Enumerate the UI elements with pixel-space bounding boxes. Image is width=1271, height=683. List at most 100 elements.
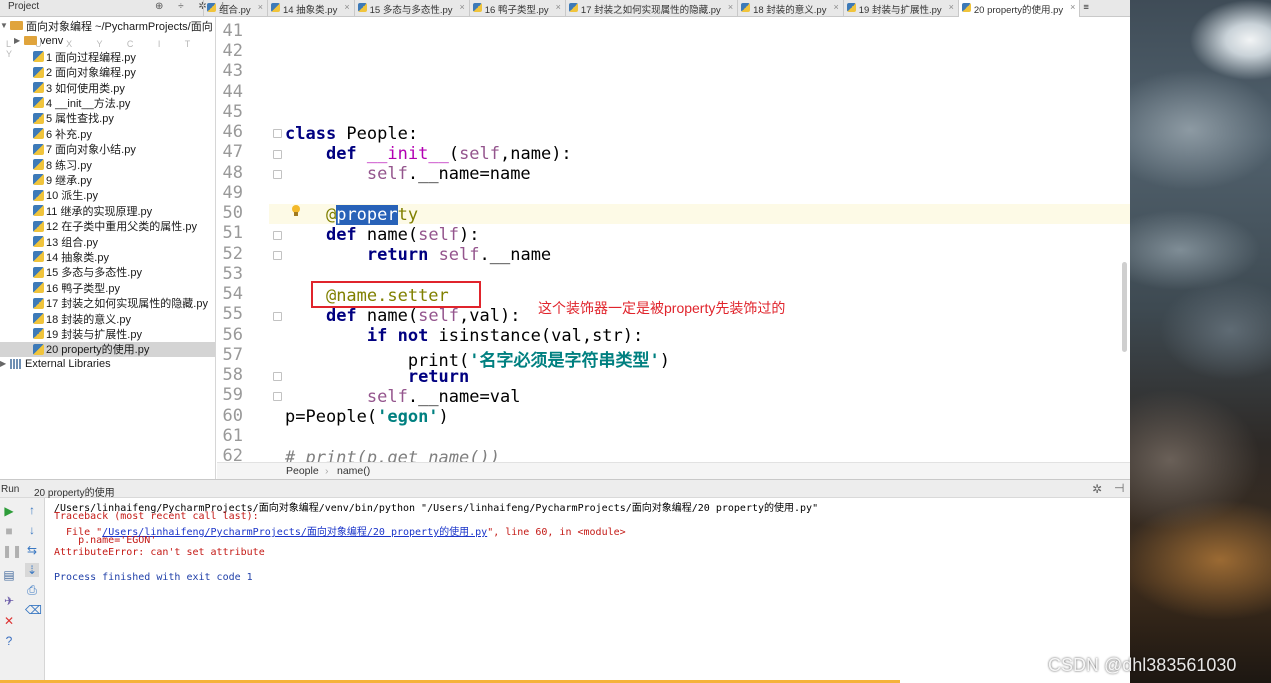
tree-file-item[interactable]: 5 属性查找.py <box>0 111 215 126</box>
expand-arrow-icon[interactable]: ▼ <box>0 21 10 30</box>
tree-file-label: 4 __init__方法.py <box>46 97 131 110</box>
tree-file-item[interactable]: 4 __init__方法.py <box>0 95 215 110</box>
tree-file-label: 17 封装之如何实现属性的隐藏.py <box>46 298 208 311</box>
breadcrumb-method[interactable]: name() <box>337 465 370 477</box>
tree-file-item[interactable]: 15 多态与多态性.py <box>0 265 215 280</box>
close-tab-icon[interactable]: × <box>728 2 733 12</box>
tab-1[interactable]: 14 抽象类.py × <box>266 0 354 17</box>
fold-marker-icon[interactable] <box>273 170 282 179</box>
run-config-name[interactable]: 20 property的使用 <box>34 484 115 499</box>
rerun-icon[interactable]: ▶ <box>2 504 16 518</box>
line-number: 57 <box>222 344 243 365</box>
tree-file-item[interactable]: 18 封装的意义.py <box>0 311 215 326</box>
tab-4[interactable]: 17 封装之如何实现属性的隐藏.py × <box>564 0 737 17</box>
tree-file-item[interactable]: 12 在子类中重用父类的属性.py <box>0 218 215 233</box>
print-icon[interactable]: ⎙ <box>25 583 39 597</box>
tree-external-libraries[interactable]: ▶ External Libraries <box>0 356 215 371</box>
close-tab-icon[interactable]: × <box>258 2 263 12</box>
fold-marker-icon[interactable] <box>273 372 282 381</box>
tree-file-item[interactable]: 14 抽象类.py <box>0 249 215 264</box>
python-file-icon <box>357 3 367 12</box>
python-file-icon <box>207 3 216 12</box>
tree-folder-venv[interactable]: ▶ venv <box>0 33 215 48</box>
code-editor[interactable]: 41 42 43 44 45 46 47 48 49 50 51 52 53 54 55 56 57 58 59 60… <box>217 17 1130 462</box>
tree-file-label: 15 多态与多态性.py <box>46 267 142 280</box>
python-file-icon <box>33 174 44 186</box>
close-tab-icon[interactable]: × <box>949 2 954 12</box>
tree-file-label: 5 属性查找.py <box>46 113 114 126</box>
expand-arrow-icon[interactable]: ▶ <box>0 359 10 368</box>
trash-icon[interactable]: ⌫ <box>25 603 42 617</box>
fold-marker-icon[interactable] <box>273 150 282 159</box>
close-tab-icon[interactable]: × <box>1070 2 1075 12</box>
tree-file-item[interactable]: 13 组合.py <box>0 234 215 249</box>
close-tab-icon[interactable]: × <box>344 2 349 12</box>
help-icon[interactable]: ? <box>2 634 16 648</box>
close-tab-icon[interactable]: × <box>556 2 561 12</box>
stop-icon[interactable]: ■ <box>2 524 16 538</box>
fold-marker-icon[interactable] <box>273 312 282 321</box>
fold-marker-icon[interactable] <box>273 392 282 401</box>
close-tab-icon[interactable]: × <box>833 2 838 12</box>
tree-file-item[interactable]: 2 面向对象编程.py <box>0 64 215 79</box>
code-line-60: p=People('egon') <box>285 407 449 427</box>
tab-6[interactable]: 19 封装与扩展性.py × <box>842 0 958 17</box>
tab-3[interactable]: 16 鸭子类型.py × <box>468 0 565 17</box>
tree-file-item[interactable]: 10 派生.py <box>0 188 215 203</box>
tree-file-item[interactable]: 20 property的使用.py <box>0 341 215 357</box>
tree-file-item[interactable]: 17 封装之如何实现属性的隐藏.py <box>0 295 215 311</box>
python-file-icon <box>33 112 44 124</box>
line-number: 45 <box>222 101 243 122</box>
hide-panel-icon[interactable]: ⊣ <box>1114 481 1124 495</box>
close-tab-icon[interactable]: × <box>460 2 465 12</box>
line-number: 46 <box>222 122 243 143</box>
tree-file-item[interactable]: 11 继承的实现原理.py <box>0 203 215 218</box>
python-file-icon <box>33 297 44 309</box>
run-console-output[interactable]: /Users/linhaifeng/PycharmProjects/面向对象编程… <box>46 498 1130 680</box>
tree-file-item[interactable]: 6 补充.py <box>0 126 215 141</box>
scroll-to-end-icon[interactable]: ⇣ <box>25 563 39 577</box>
python-file-icon <box>33 189 44 201</box>
scroll-down-icon[interactable]: ↓ <box>25 523 39 537</box>
tree-file-label: 7 面向对象小结.py <box>46 144 136 157</box>
tree-file-item[interactable]: 7 面向对象小结.py <box>0 141 215 157</box>
tab-5[interactable]: 18 封装的意义.py × <box>737 0 843 17</box>
close-icon[interactable]: ✕ <box>2 614 16 628</box>
tree-file-item[interactable]: 1 面向过程编程.py <box>0 49 215 64</box>
pause-icon[interactable]: ❚❚ <box>2 544 22 558</box>
python-file-icon <box>33 143 44 155</box>
editor-scrollbar[interactable] <box>1122 262 1127 352</box>
tab-2[interactable]: 15 多态与多态性.py × <box>353 0 469 17</box>
tab-7[interactable]: 20 property的使用.py × <box>957 0 1080 18</box>
tab-overflow-button[interactable]: ≡ <box>1079 0 1093 17</box>
fold-marker-icon[interactable] <box>273 129 282 138</box>
pin-icon[interactable]: ✈ <box>2 594 16 608</box>
tree-root-folder[interactable]: ▼ 面向对象编程 ~/PycharmProjects/面向 <box>0 18 215 33</box>
tab-label: 16 鸭子类型.py <box>484 5 549 16</box>
gear-icon[interactable]: ✲ <box>1092 482 1102 496</box>
project-tool-button[interactable]: Project <box>8 1 39 12</box>
tree-file-item[interactable]: 19 封装与扩展性.py <box>0 326 215 341</box>
tree-file-item[interactable]: 8 练习.py <box>0 157 215 172</box>
line-number: 52 <box>222 243 243 264</box>
run-tab-label[interactable]: Run <box>1 484 19 495</box>
tree-file-item[interactable]: 16 鸭子类型.py <box>0 280 215 295</box>
tree-file-label: 8 练习.py <box>46 159 92 172</box>
tree-file-item[interactable]: 9 继承.py <box>0 172 215 187</box>
breadcrumb-class[interactable]: People <box>286 465 319 477</box>
console-file-link[interactable]: /Users/linhaifeng/PycharmProjects/面向对象编程… <box>102 527 487 538</box>
tree-file-label: 11 继承的实现原理.py <box>46 205 153 218</box>
python-file-icon <box>33 51 44 63</box>
tab-0[interactable]: 组合.py × <box>203 0 267 17</box>
scroll-up-icon[interactable]: ↑ <box>25 503 39 517</box>
tree-file-item[interactable]: 3 如何使用类.py <box>0 80 215 95</box>
soft-wrap-icon[interactable]: ⇆ <box>25 543 39 557</box>
fold-marker-icon[interactable] <box>273 231 282 240</box>
python-file-icon <box>270 3 280 12</box>
line-number: 56 <box>222 324 243 345</box>
line-number: 61 <box>222 425 243 446</box>
fold-marker-icon[interactable] <box>273 251 282 260</box>
expand-arrow-icon[interactable]: ▶ <box>14 36 24 45</box>
line-number: 42 <box>222 41 243 62</box>
layout-icon[interactable]: ▤ <box>2 568 16 582</box>
